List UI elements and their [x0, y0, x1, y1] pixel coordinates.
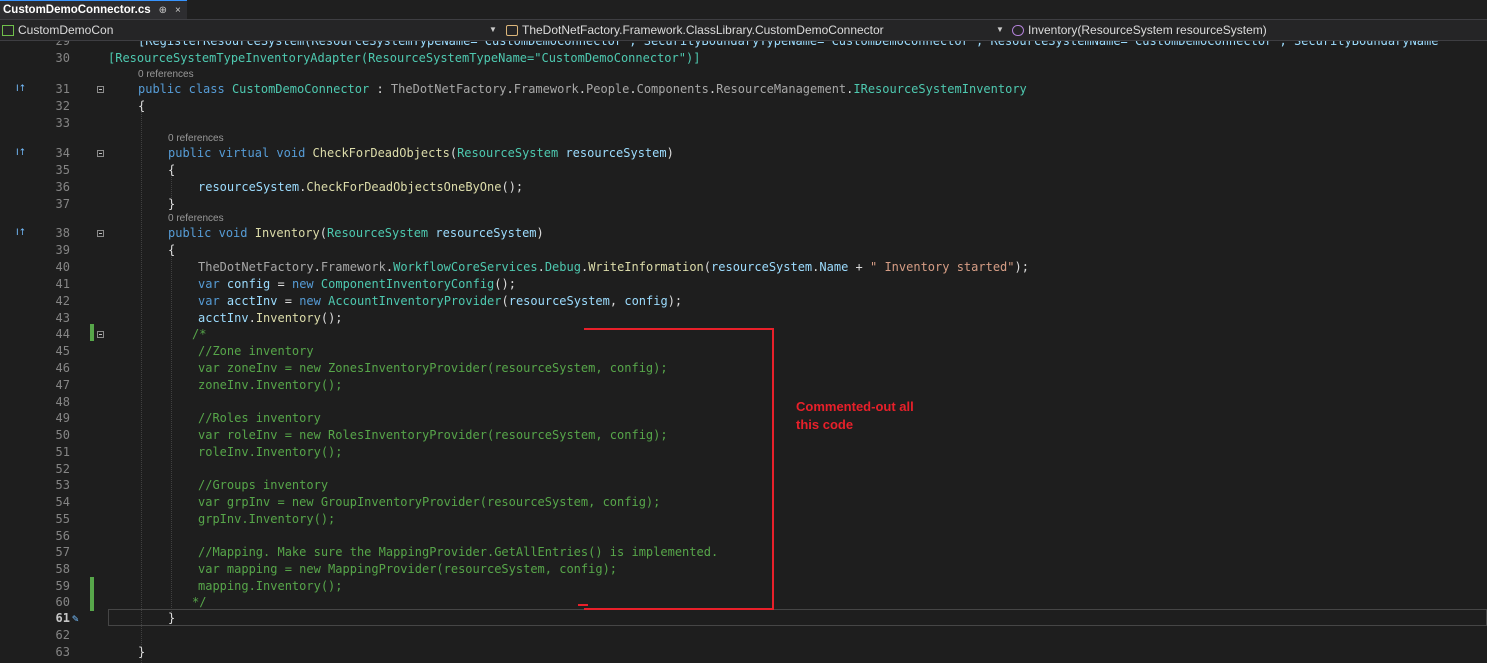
code-line: 29 [RegisterResourceSystem(ResourceSyste…	[55, 41, 1439, 48]
tab-filename: CustomDemoConnector.cs	[3, 3, 151, 16]
annotation-text: Commented-out all this code	[796, 399, 914, 432]
chevron-down-icon: ▼	[489, 25, 497, 34]
quick-actions-icon[interactable]: ✎	[72, 610, 79, 627]
document-tab[interactable]: CustomDemoConnector.cs ⊕ ×	[0, 0, 187, 19]
project-dropdown[interactable]: CustomDemoCon ▼	[0, 20, 500, 40]
code-line: I↑ 31 public class CustomDemoConnector :…	[16, 82, 1027, 96]
codelens-references[interactable]: 0 references	[0, 68, 1487, 81]
code-line: I↑ 38 public void Inventory(ResourceSyst…	[16, 226, 544, 240]
class-label: TheDotNetFactory.Framework.ClassLibrary.…	[522, 23, 884, 37]
code-line: 42 var acctInv = new AccountInventoryPro…	[55, 294, 683, 308]
code-line: 61 ✎ }	[55, 610, 176, 627]
code-line: 41 var config = new ComponentInventoryCo…	[55, 277, 516, 291]
codelens-references[interactable]: 0 references	[0, 132, 1487, 145]
document-tab-bar: CustomDemoConnector.cs ⊕ ×	[0, 0, 1487, 20]
code-line: 36 resourceSystem.CheckForDeadObjectsOne…	[55, 180, 524, 194]
member-label: Inventory(ResourceSystem resourceSystem)	[1028, 23, 1267, 37]
method-icon	[1012, 24, 1024, 36]
member-dropdown[interactable]: Inventory(ResourceSystem resourceSystem)	[1010, 20, 1487, 40]
navigation-bar: CustomDemoCon ▼ TheDotNetFactory.Framewo…	[0, 20, 1487, 41]
code-line: 43 acctInv.Inventory();	[55, 311, 343, 325]
collapse-icon[interactable]	[97, 150, 104, 157]
code-line: 33	[55, 116, 70, 130]
code-line: 35 {	[55, 163, 176, 177]
chevron-down-icon: ▼	[996, 25, 1004, 34]
close-icon[interactable]: ×	[175, 1, 181, 20]
project-label: CustomDemoCon	[18, 23, 114, 37]
code-line: 37 }	[55, 197, 176, 211]
pin-icon[interactable]: ⊕	[159, 1, 167, 20]
code-line: I↑ 34 public virtual void CheckForDeadOb…	[16, 146, 674, 160]
csharp-project-icon	[2, 24, 14, 36]
class-icon	[506, 24, 518, 36]
annotation-box-edge	[578, 604, 588, 606]
codelens-references[interactable]: 0 references	[0, 212, 1487, 225]
class-dropdown[interactable]: TheDotNetFactory.Framework.ClassLibrary.…	[504, 20, 1004, 40]
code-line: 63}	[55, 645, 146, 659]
collapse-icon[interactable]	[97, 331, 104, 338]
code-editor[interactable]: 29 [RegisterResourceSystem(ResourceSyste…	[0, 41, 1487, 663]
code-line: 40 TheDotNetFactory.Framework.WorkflowCo…	[55, 260, 1029, 274]
code-line: 39 {	[55, 243, 176, 257]
code-line: 30 [ResourceSystemTypeInventoryAdapter(R…	[55, 51, 701, 65]
collapse-icon[interactable]	[97, 86, 104, 93]
collapse-icon[interactable]	[97, 230, 104, 237]
code-line: 32 {	[55, 99, 146, 113]
annotation-box	[584, 328, 774, 610]
code-line: 62	[55, 628, 70, 642]
